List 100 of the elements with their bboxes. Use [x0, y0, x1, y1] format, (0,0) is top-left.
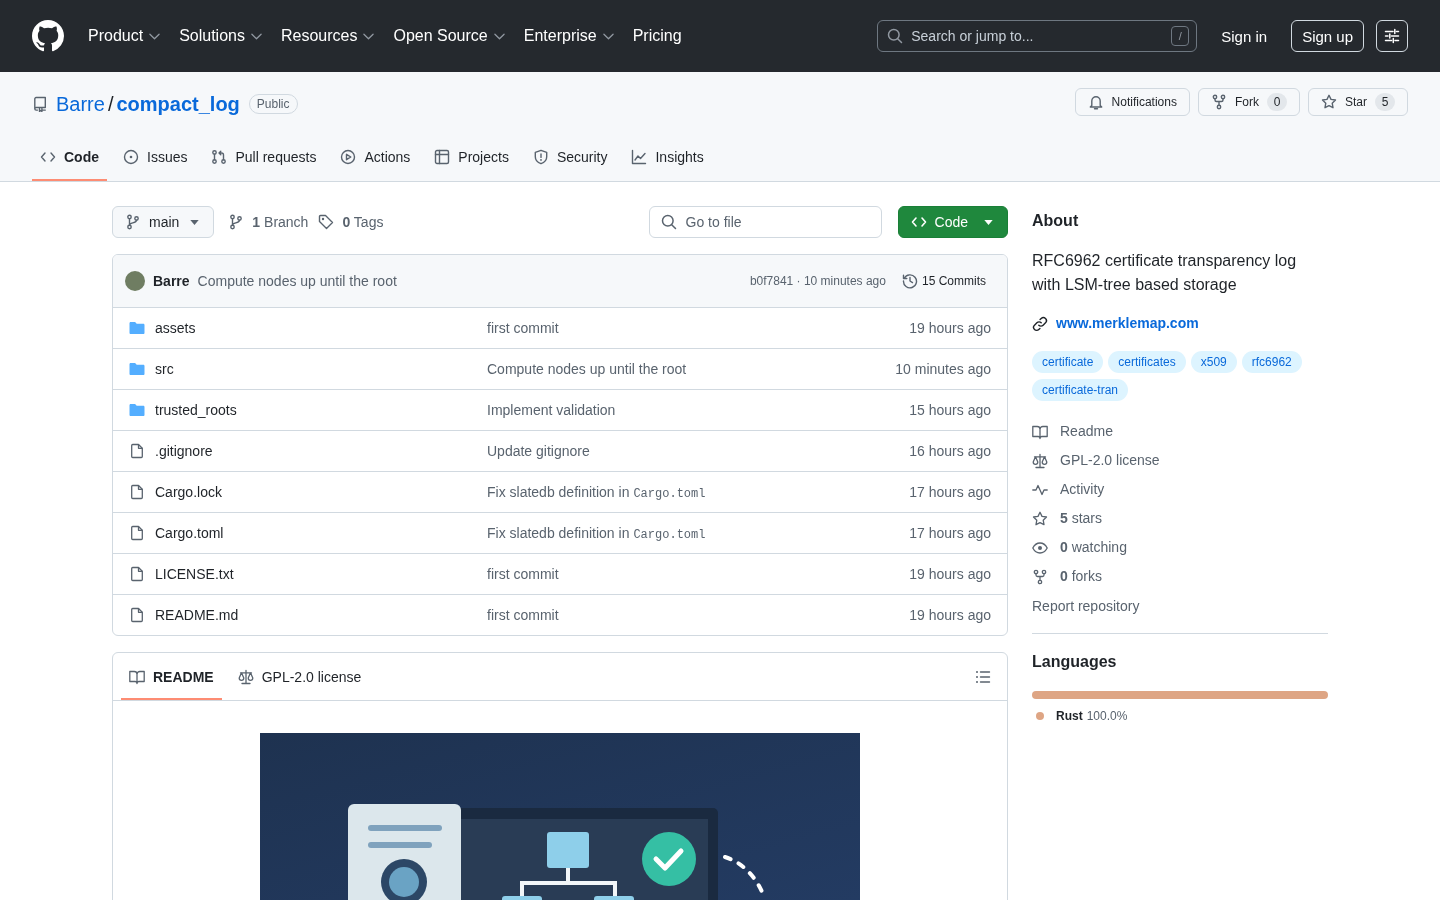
- fork-button[interactable]: Fork 0: [1198, 88, 1300, 116]
- commit-message-link[interactable]: first commit: [487, 566, 559, 582]
- commit-message-link[interactable]: Implement validation: [487, 402, 616, 418]
- commit-message-link[interactable]: Fix slatedb definition in Cargo.toml: [487, 524, 706, 541]
- topic-tag[interactable]: certificates: [1108, 351, 1186, 373]
- tags-link[interactable]: 0 Tags: [334, 214, 384, 230]
- counter: 5: [1375, 93, 1395, 111]
- avatar[interactable]: [125, 271, 145, 291]
- nav-menu-item[interactable]: Resources: [272, 24, 383, 48]
- readme-tab[interactable]: README: [121, 653, 222, 700]
- closed-book-icon: [32, 96, 48, 112]
- repo-name-link[interactable]: compact_log: [116, 92, 240, 116]
- scale-icon: [237, 668, 254, 685]
- commit-hash-time[interactable]: b0f7841 · 10 minutes ago: [749, 274, 886, 288]
- repo-tab[interactable]: Insights: [623, 133, 712, 181]
- tag-icon: [318, 214, 335, 230]
- file-link[interactable]: README.md: [155, 607, 239, 623]
- commit-time: 19 hours ago: [909, 607, 991, 623]
- commit-author-link[interactable]: Barre: [153, 273, 190, 289]
- commit-message-link[interactable]: Fix slatedb definition in Cargo.toml: [487, 483, 706, 500]
- file-link[interactable]: Cargo.lock: [155, 484, 222, 500]
- branches-link[interactable]: 1 Branch: [244, 214, 309, 230]
- topic-tag[interactable]: rfc6962: [1241, 351, 1302, 373]
- graph-icon: [631, 149, 648, 165]
- activity-link[interactable]: Activity: [1060, 479, 1105, 500]
- circle-dot-icon: [123, 149, 139, 165]
- commit-message-link[interactable]: Compute nodes up until the root: [197, 273, 397, 289]
- shortcut-key: /: [1171, 26, 1190, 46]
- website-link[interactable]: www.merklemap.com: [1056, 313, 1199, 334]
- watching-link[interactable]: 0 watching: [1060, 537, 1127, 558]
- sign-in-link[interactable]: Sign in: [1213, 27, 1276, 45]
- repo-owner-link[interactable]: Barre: [56, 92, 105, 116]
- readme-tab[interactable]: GPL-2.0 license: [229, 653, 370, 700]
- nav-menu-item[interactable]: Product: [80, 24, 169, 48]
- languages-heading: Languages: [1032, 652, 1118, 672]
- history-icon: [902, 273, 918, 289]
- list-icon: [975, 668, 991, 685]
- topic-tag[interactable]: x509: [1190, 351, 1237, 373]
- pull-request-icon: [211, 149, 228, 165]
- book-icon: [129, 668, 145, 685]
- book-icon: [1032, 423, 1048, 440]
- language-name[interactable]: Rust: [1056, 707, 1083, 725]
- code-button[interactable]: Code: [897, 206, 1008, 238]
- commit-time: 17 hours ago: [909, 525, 991, 541]
- file-icon: [129, 525, 145, 541]
- nav-menu-item[interactable]: Pricing: [624, 24, 690, 48]
- notifications-button[interactable]: Notifications: [1074, 88, 1190, 116]
- commits-link[interactable]: 15 Commits: [902, 273, 986, 289]
- bell-icon: [1087, 94, 1104, 110]
- readme-link[interactable]: Readme: [1060, 421, 1113, 442]
- nav-menu-item[interactable]: Solutions: [171, 24, 270, 48]
- folder-link[interactable]: src: [155, 361, 174, 377]
- stars-link[interactable]: 5 stars: [1060, 508, 1103, 529]
- star-button[interactable]: Star 5: [1308, 88, 1408, 116]
- branch-select-button[interactable]: main: [112, 206, 215, 238]
- file-link[interactable]: Cargo.toml: [155, 525, 224, 541]
- branch-icon: [125, 214, 141, 230]
- play-icon: [340, 149, 357, 165]
- repo-tab[interactable]: Issues: [115, 133, 196, 181]
- folder-icon: [129, 320, 145, 336]
- repo-description: RFC6962 certificate transparency log with LSM-tree based storage: [1032, 251, 1298, 295]
- commit-message-link[interactable]: Compute nodes up until the root: [487, 361, 687, 377]
- license-link[interactable]: GPL-2.0 license: [1060, 450, 1160, 471]
- sign-up-button[interactable]: Sign up: [1291, 20, 1364, 52]
- star-icon: [1032, 510, 1048, 527]
- logo-icon[interactable]: [32, 20, 64, 52]
- go-to-file-field[interactable]: Go to file: [648, 206, 882, 238]
- topic-tag[interactable]: certificate: [1032, 351, 1104, 373]
- nav-menu-item[interactable]: Enterprise: [515, 24, 622, 48]
- repo-tab[interactable]: Pull requests: [203, 133, 325, 181]
- folder-link[interactable]: trusted_roots: [155, 402, 237, 418]
- caret-down-icon: [984, 219, 993, 225]
- sliders-icon: [1384, 28, 1400, 44]
- repo-tab[interactable]: Code: [32, 133, 107, 181]
- commit-message-link[interactable]: first commit: [487, 607, 559, 623]
- options-button[interactable]: [1376, 20, 1408, 52]
- file-link[interactable]: LICENSE.txt: [155, 566, 234, 582]
- language-percent: 100.0%: [1086, 708, 1128, 725]
- folder-link[interactable]: assets: [155, 320, 196, 336]
- search-icon: [660, 214, 677, 230]
- nav-menu-item[interactable]: Open Source: [385, 24, 513, 48]
- shield-icon: [532, 149, 549, 165]
- commit-message-link[interactable]: Update gitignore: [487, 443, 590, 459]
- commit-time: 19 hours ago: [909, 566, 991, 582]
- commit-time: 10 minutes ago: [895, 361, 991, 377]
- report-repository-link[interactable]: Report repository: [1032, 596, 1328, 617]
- repo-tab[interactable]: Security: [524, 133, 616, 181]
- file-icon: [129, 443, 145, 459]
- star-icon: [1321, 94, 1337, 110]
- repo-tab[interactable]: Actions: [332, 133, 419, 181]
- eye-icon: [1032, 539, 1048, 556]
- about-heading: About: [1032, 211, 1080, 231]
- caret-down-icon: [190, 219, 200, 225]
- forks-link[interactable]: 0 forks: [1060, 566, 1103, 587]
- file-link[interactable]: .gitignore: [155, 443, 213, 459]
- folder-icon: [129, 402, 145, 418]
- repo-tab[interactable]: Projects: [426, 133, 517, 181]
- topic-tag[interactable]: certificate-tran: [1032, 379, 1129, 401]
- commit-message-link[interactable]: first commit: [487, 320, 559, 336]
- commit-time: 17 hours ago: [909, 484, 991, 500]
